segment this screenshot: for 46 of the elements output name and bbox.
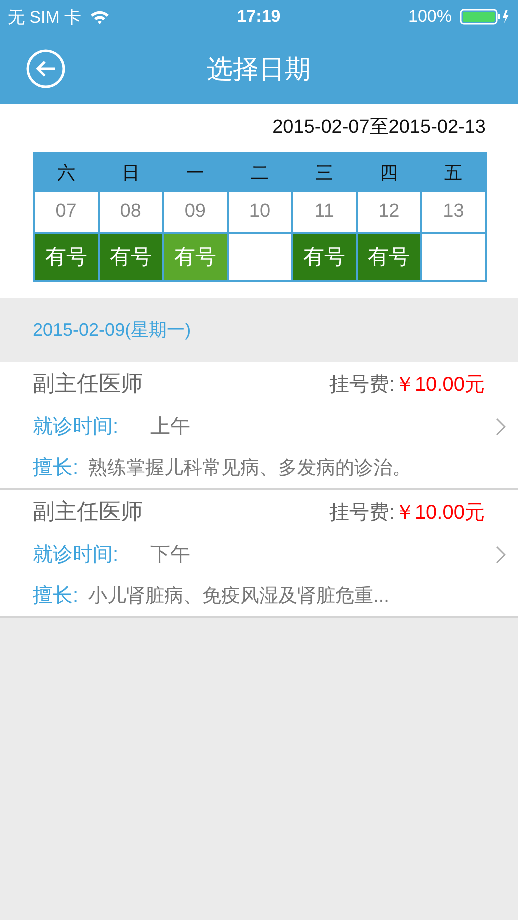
weekday-label: 日 [122,162,140,185]
availability-cell[interactable]: 有号 [35,234,98,280]
availability-cell[interactable]: 有号 [358,234,420,280]
weekday-label: 四 [380,162,398,185]
time-label: 就诊时间: [33,415,119,440]
time-value: 上午 [150,415,192,440]
section-date: 2015-02-09(星期一) [33,319,192,342]
fee-amount: ￥10.00元 [394,500,485,526]
date-cell: 09 [164,192,227,232]
weekday-label: 六 [57,162,76,185]
battery-percent: 100% [408,7,452,27]
doctor-title: 副主任医师 [33,498,144,526]
date-cell: 13 [422,192,485,232]
specialty-text: 小儿肾脏病、免疫风湿及肾脏危重... [88,584,390,608]
clock-text: 17:19 [237,7,281,27]
time-label: 就诊时间: [33,543,119,568]
chevron-icon [496,418,506,436]
fee-label: 挂号费: [329,500,395,526]
availability-cell[interactable]: 有号 [100,234,162,280]
doctor-title: 副主任医师 [33,370,144,398]
date-range: 2015-02-07至2015-02-13 [272,116,487,140]
weekday-label: 三 [316,162,334,185]
date-cell: 11 [293,192,356,232]
specialty-label: 擅长: [33,584,79,609]
chevron-icon [496,546,506,564]
availability-cell[interactable]: 有号 [293,234,356,280]
carrier-text: 无 SIM 卡 [8,6,82,28]
time-value: 下午 [150,543,192,568]
weekday-label: 二 [250,162,269,185]
date-cell: 12 [358,192,420,232]
weekday-label: 五 [444,162,463,185]
fee-amount: ￥10.00元 [394,372,485,398]
specialty-label: 擅长: [33,456,79,481]
screen-title: 选择日期 [207,52,311,86]
doctor-card[interactable]: 副主任医师 挂号费:￥10.00元 就诊时间: 下午 擅长: 小儿肾脏病、免疫风湿及肾脏危重... [0,490,518,618]
doctor-card[interactable]: 副主任医师 挂号费:￥10.00元 就诊时间: 上午 擅长: 熟练掌握儿科常见病、多发病的诊治。 [0,362,518,490]
availability-cell[interactable]: 有号 [164,234,227,280]
battery-icon [460,9,510,25]
wifi-icon [90,10,110,24]
fee-label: 挂号费: [329,372,395,398]
date-cell: 07 [35,192,98,232]
date-cell: 10 [228,192,292,232]
date-cell: 08 [100,192,162,232]
weekday-label: 一 [186,162,204,185]
specialty-text: 熟练掌握儿科常见病、多发病的诊治。 [88,456,412,480]
back-button[interactable] [26,49,66,89]
